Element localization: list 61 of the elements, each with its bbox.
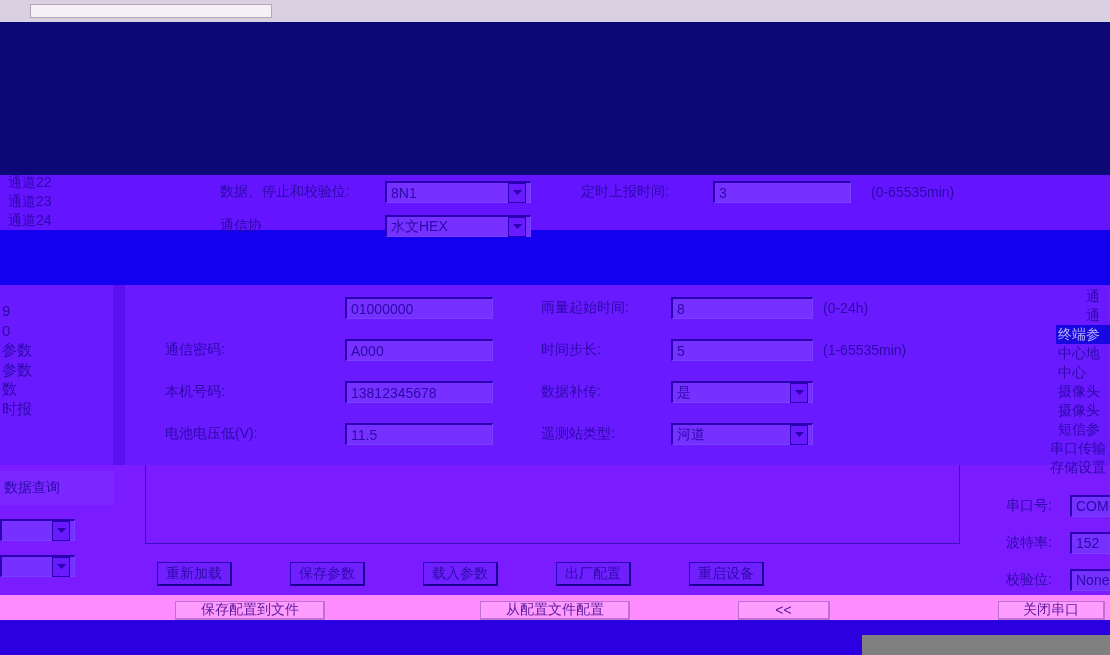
list-item[interactable]: 通道24 bbox=[8, 211, 145, 230]
dropdown[interactable]: 水文HEX bbox=[385, 215, 531, 237]
input-field[interactable]: 01000000 bbox=[345, 297, 493, 319]
list-item[interactable]: 参数 bbox=[2, 340, 145, 360]
list-item[interactable]: 0 bbox=[2, 320, 145, 340]
input-field[interactable]: 8 bbox=[671, 297, 813, 319]
input-field[interactable]: 13812345678 bbox=[345, 381, 493, 403]
tree-item[interactable]: 串口传输 bbox=[1048, 439, 1110, 458]
list-item[interactable]: 通道22 bbox=[8, 173, 145, 192]
input-field[interactable]: 3 bbox=[713, 181, 851, 203]
tree-item[interactable]: 通 bbox=[1056, 287, 1110, 306]
field-label: 时间步长: bbox=[541, 341, 602, 359]
footer-button[interactable]: 关闭串口 bbox=[998, 601, 1105, 620]
range-hint: (0-24h) bbox=[822, 300, 870, 316]
field-label: 定时上报时间: bbox=[581, 183, 670, 201]
action-button[interactable]: 载入参数 bbox=[423, 562, 498, 586]
list-item[interactable]: 时报 bbox=[2, 398, 145, 418]
tree-item[interactable]: 摄像头 bbox=[1056, 401, 1110, 420]
field-label: 通信密码: bbox=[165, 341, 226, 359]
list-item[interactable]: 通道23 bbox=[8, 192, 145, 211]
input-field[interactable]: A000 bbox=[345, 339, 493, 361]
tree-item[interactable]: 中心地 bbox=[1056, 344, 1110, 363]
input-field[interactable]: 11.5 bbox=[345, 423, 493, 445]
dropdown[interactable] bbox=[0, 519, 75, 541]
action-button[interactable]: 出厂配置 bbox=[556, 562, 631, 586]
field-label: 校验位: bbox=[1006, 570, 1053, 589]
tree-item[interactable]: 存储设置 bbox=[1048, 458, 1110, 477]
input-field[interactable]: 5 bbox=[671, 339, 813, 361]
footer-button[interactable]: 保存配置到文件 bbox=[175, 601, 325, 620]
field-label: 数据、停止和校验位: bbox=[220, 183, 351, 201]
field-label: 串口号: bbox=[1006, 496, 1053, 515]
field-label: 遥测站类型: bbox=[541, 425, 616, 443]
input-field[interactable]: COM bbox=[1070, 494, 1110, 517]
field-label: 波特率: bbox=[1006, 533, 1053, 552]
list-item[interactable]: 数 bbox=[2, 379, 145, 399]
action-button[interactable]: 重新加载 bbox=[157, 562, 232, 586]
field-label: 电池电压低(V): bbox=[165, 425, 259, 443]
range-hint: (0-65535min) bbox=[870, 184, 956, 200]
tree-item[interactable]: 通 bbox=[1056, 306, 1110, 325]
field-label: 本机号码: bbox=[165, 383, 226, 401]
field-label: 雨量起始时间: bbox=[541, 299, 630, 317]
action-button[interactable]: 重启设备 bbox=[689, 562, 764, 586]
dropdown[interactable]: 是 bbox=[671, 381, 813, 403]
input-field[interactable]: 152 bbox=[1070, 531, 1110, 554]
tree-item[interactable]: 短信参 bbox=[1056, 420, 1110, 439]
tree-item[interactable]: 终端参 bbox=[1056, 325, 1110, 344]
field-label: 通信协 bbox=[220, 217, 263, 235]
footer-button[interactable]: 从配置文件配置 bbox=[480, 601, 630, 620]
list-item[interactable]: 参数 bbox=[2, 359, 145, 379]
dropdown[interactable]: 8N1 bbox=[385, 181, 531, 203]
tree-item[interactable]: 摄像头 bbox=[1056, 382, 1110, 401]
dropdown[interactable]: 河道 bbox=[671, 423, 813, 445]
list-item[interactable]: 9 bbox=[2, 301, 145, 321]
list-item[interactable]: 数据查询 bbox=[4, 479, 60, 497]
footer-button[interactable]: << bbox=[738, 601, 830, 620]
dropdown[interactable] bbox=[0, 555, 75, 577]
range-hint: (1-65535min) bbox=[822, 342, 908, 358]
field-label: 数据补传: bbox=[541, 383, 602, 401]
action-button[interactable]: 保存参数 bbox=[290, 562, 365, 586]
input-field[interactable]: None bbox=[1070, 568, 1110, 591]
tree-item[interactable]: 中心 bbox=[1056, 363, 1110, 382]
